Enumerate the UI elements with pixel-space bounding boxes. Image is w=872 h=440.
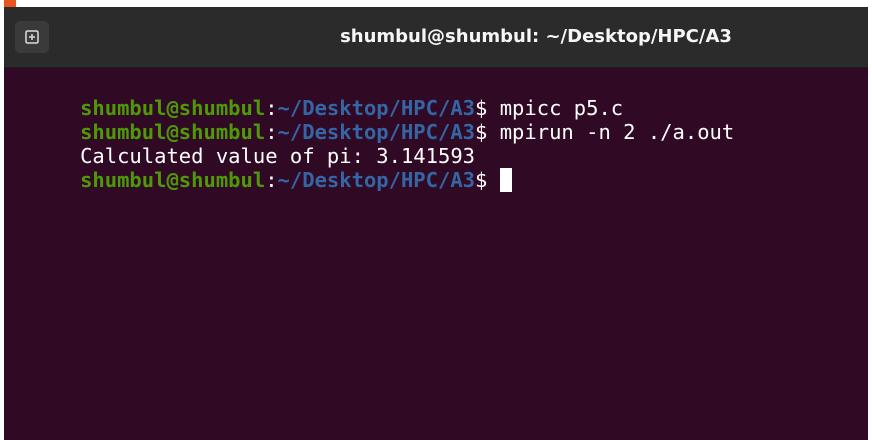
accent-strip [4,0,16,7]
command-text: mpirun -n 2 ./a.out [499,120,735,144]
prompt-colon: : [265,168,278,192]
terminal-output[interactable]: shumbul@shumbul:~/Desktop/HPC/A3$ mpicc … [4,68,868,440]
prompt-user-host: shumbul@shumbul [80,168,266,192]
text-cursor [499,168,512,192]
terminal-window[interactable]: shumbul@shumbul: ~/Desktop/HPC/A3 shumbu… [4,7,868,440]
new-tab-button[interactable] [15,21,49,53]
window-title: shumbul@shumbul: ~/Desktop/HPC/A3 [340,26,732,47]
title-bar[interactable]: shumbul@shumbul: ~/Desktop/HPC/A3 [4,7,868,68]
title-container: shumbul@shumbul: ~/Desktop/HPC/A3 [204,7,868,67]
prompt-path: ~/Desktop/HPC/A3 [277,168,476,192]
prompt-dollar: $ [475,168,500,192]
terminal-line: shumbul@shumbul:~/Desktop/HPC/A3$ [6,144,512,216]
prompt-dollar: $ [475,120,500,144]
terminal-new-tab-icon [25,30,39,44]
